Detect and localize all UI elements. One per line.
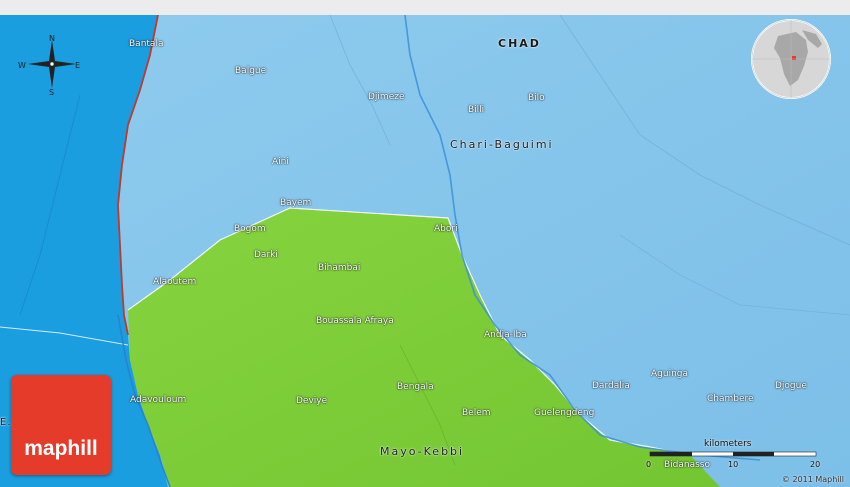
place-adavouloum: Adavouloum (130, 395, 187, 405)
place-balgue: Balgue (235, 66, 267, 76)
compass-w: W (18, 61, 26, 70)
compass-e: E (75, 61, 81, 70)
place-bogom: Bogom (234, 224, 266, 234)
scale-bar (649, 451, 817, 457)
relief-map (0, 15, 850, 487)
place-bidanasso: Bidanasso (664, 460, 711, 470)
maphill-logo[interactable]: maphill (11, 375, 111, 475)
place-djimeze: Djimeze (368, 92, 405, 102)
place-bantala: Bantala (129, 39, 164, 49)
place-djogue: Djogue (775, 381, 807, 391)
compass-rose-icon (28, 40, 76, 88)
region-label-chari-baguimi: Chari-Baguimi (450, 138, 554, 151)
scale-tick-0: 0 (646, 460, 652, 469)
map-frame: N S E W CHAD Chari-Baguimi Mayo-Kebbi E.… (0, 0, 850, 487)
place-belem: Belem (462, 408, 491, 418)
place-bayem: Bayem (280, 198, 312, 208)
place-alaoutem: Alaoutem (153, 277, 197, 287)
logo-text: maphill (24, 437, 98, 460)
place-deviye: Deviye (296, 396, 328, 406)
globe-locator-icon (751, 19, 831, 99)
copyright-credit: © 2011 Maphill (781, 475, 844, 484)
scale-tick-20: 20 (810, 460, 821, 469)
place-abori: Abori (434, 224, 458, 234)
place-bengala: Bengala (397, 382, 434, 392)
compass-s: S (49, 88, 55, 97)
place-billi: Billi (468, 105, 485, 115)
compass-n: N (49, 34, 55, 43)
place-dardalia: Dardalia (592, 381, 630, 391)
place-guelengdeng: Guelengdeng (534, 408, 595, 418)
place-aguinga: Aguinga (651, 369, 689, 379)
place-bihambai: Bihambai (318, 263, 361, 273)
place-andja-iba: Andja-Iba (484, 330, 527, 340)
top-strip (0, 0, 850, 15)
country-label: CHAD (498, 37, 541, 50)
place-aini: Aini (272, 157, 289, 167)
scale-title: kilometers (704, 439, 752, 449)
place-bilo: Bilo (528, 93, 545, 103)
region-label-mayo-kebbi: Mayo-Kebbi (380, 445, 465, 458)
place-darki: Darki (254, 250, 278, 260)
place-chambere: Chambere (707, 394, 754, 404)
place-bouassala-afraya: Bouassala Afraya (316, 316, 394, 326)
scale-tick-10: 10 (728, 460, 739, 469)
